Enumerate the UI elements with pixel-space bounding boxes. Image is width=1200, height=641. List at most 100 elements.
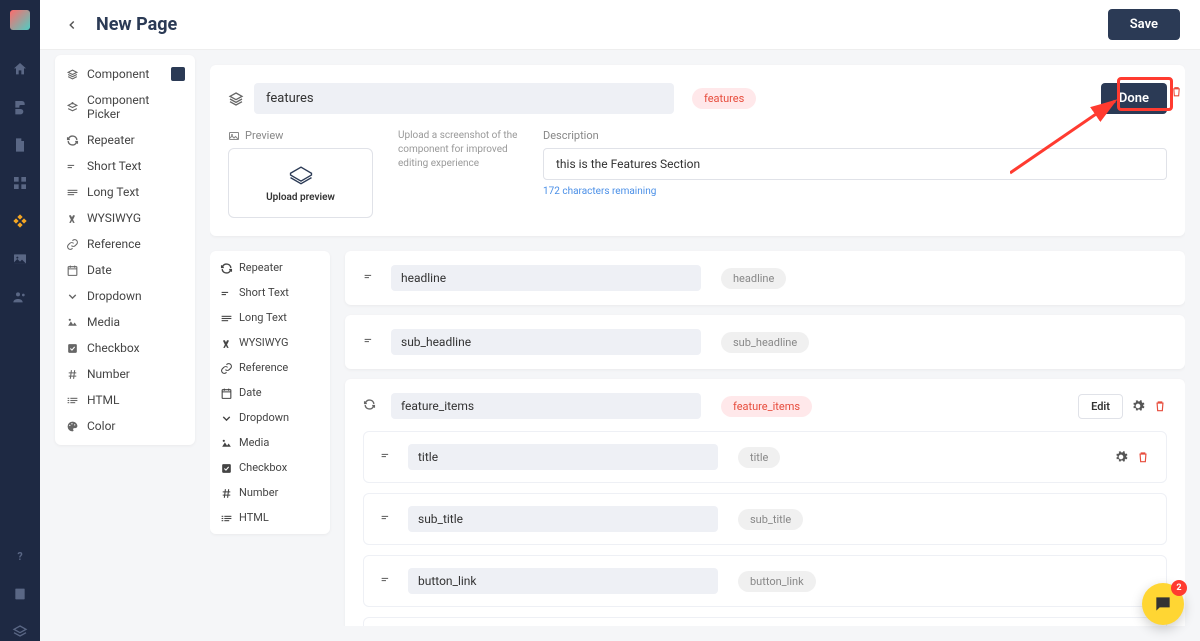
- gear-icon[interactable]: [1114, 450, 1128, 464]
- components-icon[interactable]: [11, 212, 29, 230]
- long-icon: [65, 185, 79, 199]
- drop-icon: [65, 289, 79, 303]
- field-name-input[interactable]: [408, 444, 718, 470]
- mini-item-date[interactable]: Date: [210, 380, 330, 405]
- sidebar-item-color[interactable]: Color: [55, 413, 195, 439]
- field-name-input[interactable]: [391, 265, 701, 291]
- nav-rail: ?: [0, 0, 40, 641]
- upload-preview-box[interactable]: Upload preview: [228, 148, 373, 218]
- mini-item-html[interactable]: HTML: [210, 505, 330, 530]
- component-tag: features: [692, 88, 756, 109]
- stack-icon: [228, 91, 244, 107]
- home-icon[interactable]: [11, 60, 29, 78]
- app-logo: [10, 10, 30, 30]
- upload-label: Upload preview: [266, 192, 335, 203]
- check-icon: [220, 462, 232, 474]
- sidebar-item-media[interactable]: Media: [55, 309, 195, 335]
- blog-icon[interactable]: [11, 98, 29, 116]
- short-icon: [65, 159, 79, 173]
- field-tag: feature_items: [721, 396, 812, 417]
- date-icon: [65, 263, 79, 277]
- check-icon: [65, 341, 79, 355]
- mini-item-wysiwyg[interactable]: WYSIWYG: [210, 330, 330, 355]
- help-icon[interactable]: ?: [11, 547, 29, 565]
- color-icon: [65, 419, 79, 433]
- description-input[interactable]: [543, 148, 1167, 180]
- sidebar-item-html[interactable]: HTML: [55, 387, 195, 413]
- mini-item-checkbox[interactable]: Checkbox: [210, 455, 330, 480]
- sidebar-item-wysiwyg[interactable]: WYSIWYG: [55, 205, 195, 231]
- done-button[interactable]: Done: [1101, 83, 1167, 114]
- repeat-icon: [65, 133, 79, 147]
- mini-field-sidebar: RepeaterShort TextLong TextWYSIWYGRefere…: [210, 251, 330, 534]
- layers-icon[interactable]: [11, 623, 29, 641]
- edit-button[interactable]: Edit: [1078, 394, 1123, 419]
- field-tag: headline: [721, 268, 786, 289]
- mini-item-number[interactable]: Number: [210, 480, 330, 505]
- field-name-input[interactable]: [391, 393, 701, 419]
- sidebar-item-long-text[interactable]: Long Text: [55, 179, 195, 205]
- html-icon: [65, 393, 79, 407]
- stack-icon: [65, 67, 79, 81]
- sidebar-item-checkbox[interactable]: Checkbox: [55, 335, 195, 361]
- field-name-input[interactable]: [391, 329, 701, 355]
- short-icon: [380, 511, 396, 527]
- repeat-icon: [363, 398, 379, 414]
- repeater-child-row: title: [363, 431, 1167, 483]
- repeater-child-row: sub_title: [363, 493, 1167, 545]
- mini-item-long-text[interactable]: Long Text: [210, 305, 330, 330]
- sidebar-item-number[interactable]: Number: [55, 361, 195, 387]
- sidebar-item-reference[interactable]: Reference: [55, 231, 195, 257]
- image-icon[interactable]: [11, 250, 29, 268]
- collapse-icon[interactable]: [171, 67, 185, 81]
- users-icon[interactable]: [11, 288, 29, 306]
- description-label: Description: [543, 129, 1167, 142]
- mini-item-repeater[interactable]: Repeater: [210, 255, 330, 280]
- file-icon[interactable]: [11, 136, 29, 154]
- chat-badge: 2: [1171, 580, 1187, 596]
- component-name-input[interactable]: [254, 83, 674, 114]
- field-tag: button_link: [738, 571, 816, 592]
- short-icon: [363, 270, 379, 286]
- repeater-child-row: icon: [363, 617, 1167, 626]
- num-icon: [65, 367, 79, 381]
- repeater-child-row: button_link: [363, 555, 1167, 607]
- sidebar-item-date[interactable]: Date: [55, 257, 195, 283]
- mini-item-media[interactable]: Media: [210, 430, 330, 455]
- repeat-icon: [220, 262, 232, 274]
- save-button[interactable]: Save: [1108, 9, 1180, 40]
- field-name-input[interactable]: [408, 568, 718, 594]
- grid-icon[interactable]: [11, 174, 29, 192]
- field-tag: title: [738, 447, 780, 468]
- sidebar-item-dropdown[interactable]: Dropdown: [55, 283, 195, 309]
- mini-item-short-text[interactable]: Short Text: [210, 280, 330, 305]
- wys-icon: [220, 337, 232, 349]
- sidebar-item-repeater[interactable]: Repeater: [55, 127, 195, 153]
- mini-item-dropdown[interactable]: Dropdown: [210, 405, 330, 430]
- book-icon[interactable]: [11, 585, 29, 603]
- drop-icon: [220, 412, 232, 424]
- trash-icon[interactable]: [1136, 450, 1150, 464]
- short-icon: [380, 449, 396, 465]
- upload-help-text: Upload a screenshot of the component for…: [398, 129, 518, 218]
- gear-icon[interactable]: [1131, 399, 1145, 413]
- ref-icon: [65, 237, 79, 251]
- media-icon: [65, 315, 79, 329]
- ref-icon: [220, 362, 232, 374]
- sidebar-item-short-text[interactable]: Short Text: [55, 153, 195, 179]
- sidebar-item-component-picker[interactable]: Component Picker: [55, 87, 195, 127]
- delete-component-icon[interactable]: [1170, 85, 1183, 98]
- component-editor-card: features Done Preview Upload preview: [210, 65, 1185, 236]
- upload-icon: [287, 164, 315, 186]
- field-tag: sub_headline: [721, 332, 809, 353]
- trash-icon[interactable]: [1153, 399, 1167, 413]
- mini-item-reference[interactable]: Reference: [210, 355, 330, 380]
- repeater-card: feature_items Edit title sub_title button_…: [345, 379, 1185, 626]
- wys-icon: [65, 211, 79, 225]
- chat-bubble[interactable]: 2: [1142, 583, 1184, 625]
- num-icon: [220, 487, 232, 499]
- sidebar-item-component[interactable]: Component: [55, 61, 195, 87]
- back-button[interactable]: [60, 13, 84, 37]
- date-icon: [220, 387, 232, 399]
- field-name-input[interactable]: [408, 506, 718, 532]
